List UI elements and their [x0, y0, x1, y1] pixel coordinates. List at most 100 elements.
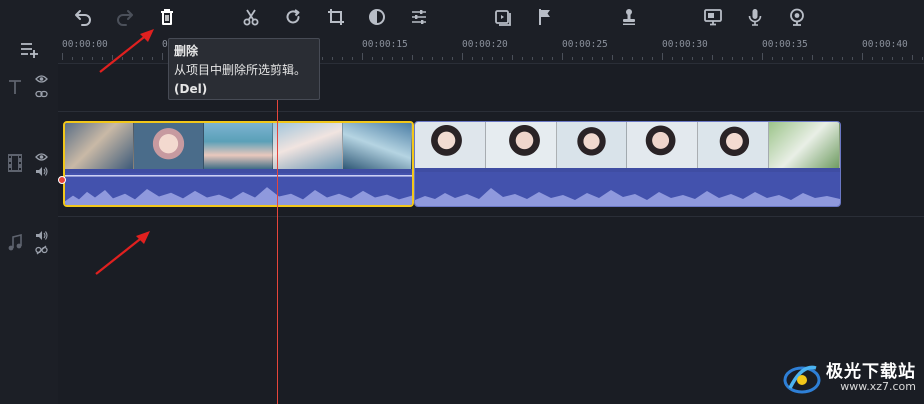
ruler-tick: [592, 57, 593, 60]
delete-button[interactable]: [156, 6, 178, 28]
ruler-tick: [922, 57, 923, 60]
watermark-text: 极光下载站: [826, 362, 916, 382]
ruler-tick: [752, 57, 753, 60]
ruler-tick: [732, 57, 733, 60]
ruler-tick: [742, 57, 743, 60]
video-clip-selected[interactable]: [63, 121, 414, 207]
playhead[interactable]: [277, 95, 278, 404]
ruler-label: 00:00:20: [462, 39, 508, 50]
ruler-tick: [542, 57, 543, 60]
ruler-tick: [532, 57, 533, 60]
ruler-tick: [552, 57, 553, 60]
eye-icon[interactable]: [35, 74, 48, 84]
clip-audio-waveform: [65, 173, 412, 205]
properties-button[interactable]: [408, 6, 430, 28]
ruler-tick: [502, 57, 503, 60]
tooltip-title: 删除: [174, 44, 199, 58]
marker-button[interactable]: [534, 6, 556, 28]
contrast-icon: [369, 9, 385, 25]
crop-button[interactable]: [325, 6, 347, 28]
speaker-icon[interactable]: [35, 166, 48, 177]
annotation-arrow: [99, 29, 154, 73]
clip-thumbnails: [415, 122, 840, 168]
microphone-icon: [748, 9, 762, 26]
ruler-tick: [512, 55, 513, 60]
ruler-tick: [342, 57, 343, 60]
ruler-tick: [632, 57, 633, 60]
ruler-tick: [812, 55, 813, 60]
redo-icon: [117, 10, 133, 26]
eye-icon[interactable]: [35, 152, 48, 162]
ruler-tick: [822, 57, 823, 60]
trash-icon: [161, 9, 173, 25]
ruler-tick: [382, 57, 383, 60]
ruler-tick: [852, 57, 853, 60]
ruler-tick: [792, 57, 793, 60]
ruler-tick: [642, 57, 643, 60]
music-note-icon: [8, 234, 22, 251]
ruler-tick: [492, 57, 493, 60]
ruler-label: 00:00:30: [662, 39, 708, 50]
ruler-label: 00:00:35: [762, 39, 808, 50]
film-icon: [8, 154, 22, 172]
ruler-tick: [912, 55, 913, 60]
flag-icon: [539, 9, 550, 25]
undo-button[interactable]: [72, 6, 94, 28]
ruler-tick: [82, 57, 83, 60]
ruler-tick: [352, 57, 353, 60]
monitor-icon: [704, 9, 722, 26]
ruler-tick: [392, 57, 393, 60]
stamp-button[interactable]: [618, 6, 640, 28]
ruler-tick: [332, 57, 333, 60]
ruler-tick: [602, 57, 603, 60]
ruler-tick: [702, 57, 703, 60]
ruler-tick: [162, 53, 163, 60]
redo-button[interactable]: [114, 6, 136, 28]
webcam-icon: [790, 8, 804, 26]
clip-thumbnails: [65, 123, 412, 169]
undo-icon: [75, 10, 91, 26]
ruler-tick: [782, 57, 783, 60]
video-track-header: [0, 148, 58, 188]
ruler-tick: [562, 53, 563, 60]
ruler-tick: [92, 57, 93, 60]
sliders-icon: [412, 10, 426, 24]
clip-properties-button[interactable]: [492, 6, 514, 28]
unlink-icon[interactable]: [35, 245, 48, 255]
ruler-tick: [412, 55, 413, 60]
ruler-tick: [682, 57, 683, 60]
volume-keyframe[interactable]: [58, 176, 66, 184]
color-adjust-button[interactable]: [366, 6, 388, 28]
ruler-tick: [72, 57, 73, 60]
ruler-tick: [662, 53, 663, 60]
link-icon[interactable]: [35, 89, 48, 99]
audio-track-header: [0, 228, 58, 260]
ruler-tick: [832, 57, 833, 60]
ruler-tick: [872, 57, 873, 60]
clip-audio-waveform: [415, 172, 840, 206]
ruler-tick: [582, 57, 583, 60]
rotate-button[interactable]: [282, 6, 304, 28]
voiceover-button[interactable]: [744, 6, 766, 28]
scissors-icon: [243, 9, 259, 26]
speaker-icon[interactable]: [35, 230, 48, 241]
ruler-tick: [842, 57, 843, 60]
tooltip-description: 从项目中删除所选剪辑。: [174, 63, 307, 77]
ruler-tick: [442, 57, 443, 60]
watermark-url: www.xz7.com: [840, 380, 916, 393]
ruler-tick: [772, 57, 773, 60]
ruler-label: 00:00:40: [862, 39, 908, 50]
split-button[interactable]: [240, 6, 262, 28]
ruler-tick: [322, 57, 323, 60]
ruler-label: 00:00:25: [562, 39, 608, 50]
screen-record-button[interactable]: [702, 6, 724, 28]
stamp-icon: [623, 9, 635, 25]
ruler-tick: [712, 55, 713, 60]
video-clip[interactable]: [414, 121, 841, 207]
add-track-button[interactable]: [18, 38, 40, 60]
webcam-button[interactable]: [786, 6, 808, 28]
ruler-tick: [372, 57, 373, 60]
ruler-label: 00:00:15: [362, 39, 408, 50]
tooltip-shortcut: (Del): [174, 82, 208, 96]
rotate-icon: [286, 9, 300, 24]
